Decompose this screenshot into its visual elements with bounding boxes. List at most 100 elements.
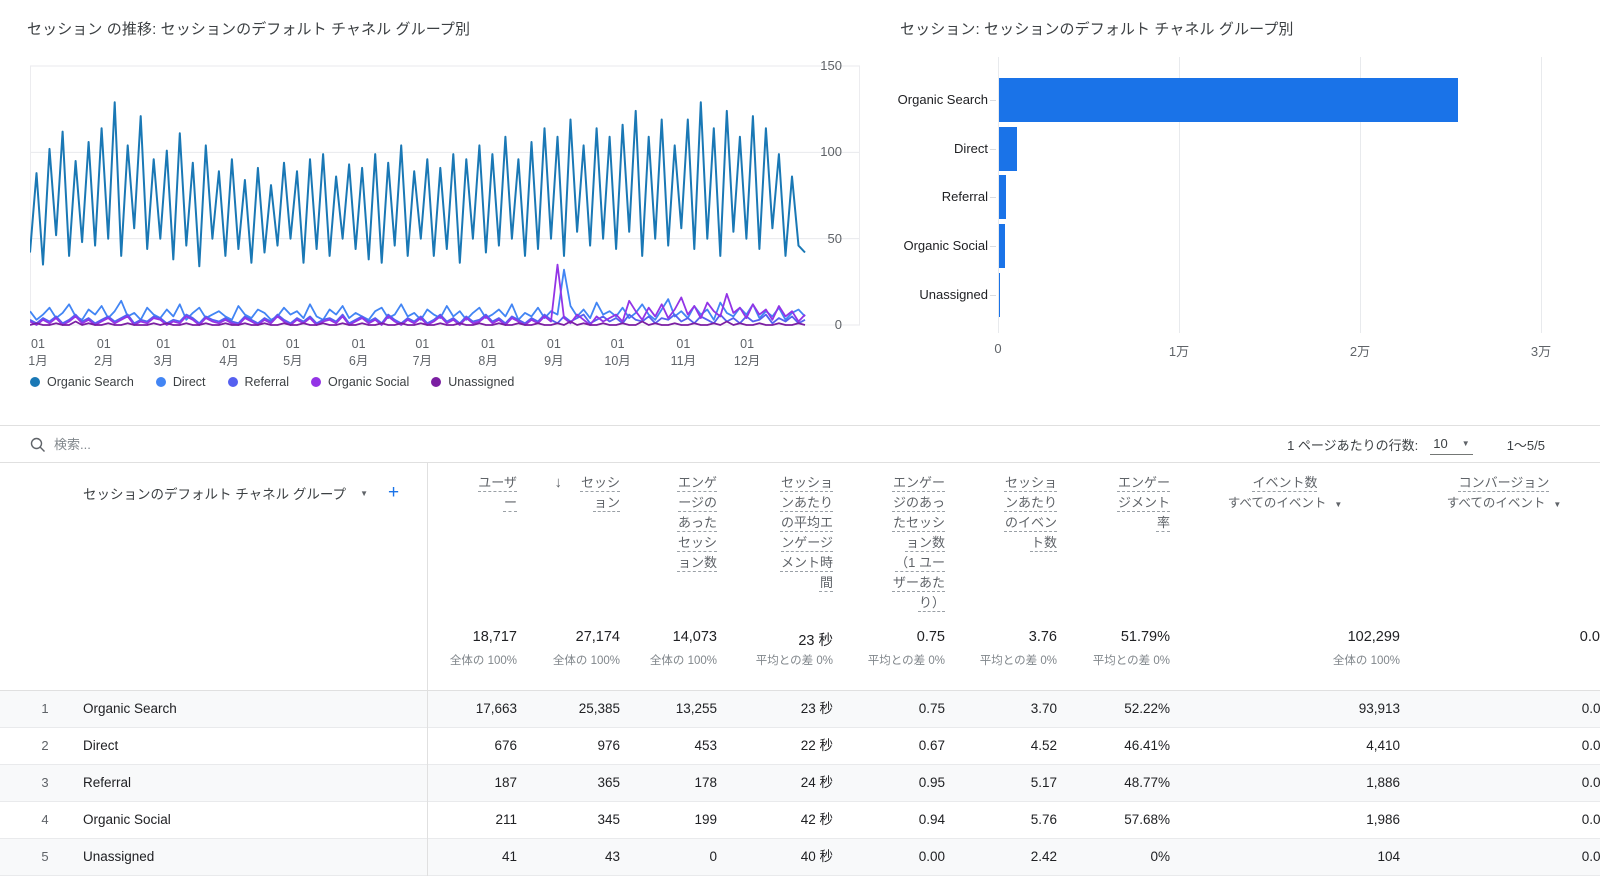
- column-header-avg-engagement-time[interactable]: セッションあたりの平均エンゲージメント時間: [717, 473, 833, 593]
- column-header-engaged-sessions-per-user[interactable]: エンゲージのあったセッション数（1 ユーザーあたり）: [833, 473, 945, 613]
- channel-name: Referral: [83, 765, 131, 801]
- legend-item-referral[interactable]: Referral: [228, 375, 289, 389]
- bar-chart[interactable]: 01万2万3万Organic SearchDirectReferralOrgan…: [870, 57, 1580, 357]
- y-axis-tick-label: 100: [808, 144, 842, 159]
- table-row-unassigned[interactable]: 5Unassigned4143040 秒0.002.420%1040.00: [0, 839, 1600, 876]
- column-header-label: セッションあたりのイベント数: [999, 473, 1057, 553]
- cell-avg-engagement-time: 40 秒: [717, 839, 833, 875]
- column-divider: [427, 462, 428, 876]
- cell-event-count: 93,913: [1170, 691, 1400, 727]
- cell-conversions: 0.00: [1400, 728, 1600, 764]
- sort-descending-icon[interactable]: ↓: [555, 473, 563, 493]
- legend-label: Organic Social: [328, 375, 409, 389]
- legend-dot-icon: [311, 377, 321, 387]
- totals-subtext: 平均との差 0%: [945, 652, 1057, 668]
- table-row-referral[interactable]: 3Referral18736517824 秒0.955.1748.77%1,88…: [0, 765, 1600, 802]
- column-header-sessions[interactable]: ↓セッション: [517, 473, 620, 513]
- row-number: 5: [36, 839, 54, 875]
- row-number: 3: [36, 765, 54, 801]
- column-header-label: エンゲージのあったセッション数: [673, 473, 717, 573]
- column-header-label: コンバージョン: [1459, 473, 1550, 493]
- column-header-users[interactable]: ユーザー: [427, 473, 517, 513]
- legend-label: Direct: [173, 375, 206, 389]
- legend-item-organic-search[interactable]: Organic Search: [30, 375, 134, 389]
- column-header-label: セッションあたりの平均エンゲージメント時間: [775, 473, 833, 593]
- chevron-down-icon[interactable]: ▼: [1334, 500, 1342, 509]
- column-header-sublabel: すべてのイベント: [1228, 496, 1327, 510]
- cell-conversions: 0.00: [1400, 765, 1600, 801]
- column-header-label: イベント数: [1252, 473, 1317, 493]
- cell-engagement-rate: 52.22%: [1057, 691, 1170, 727]
- dimension-column-header[interactable]: セッションのデフォルト チャネル グループ ▼ +: [83, 483, 399, 503]
- column-header-label: エンゲージのあったセッション数（1 ユーザーあたり）: [887, 473, 945, 613]
- bar-chart-title: セッション: セッションのデフォルト チャネル グループ別: [900, 18, 1294, 39]
- bar-direct[interactable]: [999, 127, 1017, 171]
- cell-event-count: 104: [1170, 839, 1400, 875]
- bar-category-label: Unassigned: [870, 286, 988, 304]
- column-header-event-count[interactable]: イベント数すべてのイベント ▼: [1170, 473, 1400, 515]
- cell-users: 17,663: [427, 691, 517, 727]
- legend-item-organic-social[interactable]: Organic Social: [311, 375, 409, 389]
- column-header-events-per-session[interactable]: セッションあたりのイベント数: [945, 473, 1057, 553]
- bar-organic-search[interactable]: [999, 78, 1458, 122]
- column-header-conversions[interactable]: コンバージョンすべてのイベント ▼: [1400, 473, 1600, 515]
- cell-sessions: 43: [517, 839, 620, 875]
- cell-engagement-rate: 48.77%: [1057, 765, 1170, 801]
- chevron-down-icon[interactable]: ▼: [1553, 500, 1561, 509]
- cell-avg-engagement-time: 22 秒: [717, 728, 833, 764]
- x-axis-tick-label: 01 10月: [604, 336, 630, 370]
- category-tick: [990, 149, 996, 150]
- column-header-label: エンゲージメント率: [1112, 473, 1170, 533]
- cell-engaged-sessions-per-user: 0.00: [833, 839, 945, 875]
- y-axis-tick-label: 0: [808, 317, 842, 332]
- category-tick: [990, 295, 996, 296]
- x-axis-tick-label: 01 9月: [544, 336, 563, 370]
- table-row-organic-social[interactable]: 4Organic Social21134519942 秒0.945.7657.6…: [0, 802, 1600, 839]
- table-header: セッションのデフォルト チャネル グループ ▼ + ユーザー↓セッション エンゲー…: [0, 462, 1600, 691]
- x-axis-tick-label: 01 7月: [413, 336, 432, 370]
- cell-events-per-session: 5.17: [945, 765, 1057, 801]
- column-header-engagement-rate[interactable]: エンゲージメント率: [1057, 473, 1170, 533]
- totals-subtext: 平均との差 0%: [1057, 652, 1170, 668]
- chevron-down-icon[interactable]: ▼: [360, 489, 368, 498]
- bar-organic-social[interactable]: [999, 224, 1005, 268]
- add-dimension-icon[interactable]: +: [388, 485, 399, 501]
- legend-label: Unassigned: [448, 375, 514, 389]
- table-row-direct[interactable]: 2Direct67697645322 秒0.674.5246.41%4,4100…: [0, 728, 1600, 765]
- category-tick: [990, 246, 996, 247]
- search-icon: [30, 437, 46, 453]
- pagination-controls: 1 ページあたりの行数: 10 ▼ 1〜5/5: [1287, 426, 1545, 463]
- row-number: 2: [36, 728, 54, 764]
- totals-value-users: 18,717: [427, 629, 517, 645]
- legend-item-direct[interactable]: Direct: [156, 375, 206, 389]
- bar-referral[interactable]: [999, 175, 1006, 219]
- line-chart[interactable]: 150100500: [30, 57, 860, 333]
- legend-item-unassigned[interactable]: Unassigned: [431, 375, 514, 389]
- bar-category-label: Organic Social: [870, 237, 988, 255]
- cell-sessions: 976: [517, 728, 620, 764]
- column-header-engaged-sessions[interactable]: エンゲージのあったセッション数: [620, 473, 717, 573]
- totals-subtext: 平均との差 0%: [833, 652, 945, 668]
- search-input[interactable]: [54, 431, 474, 457]
- cell-event-count: 4,410: [1170, 728, 1400, 764]
- y-axis-tick-label: 50: [808, 231, 842, 246]
- line-chart-legend: Organic Search Direct Referral Organic Soci…: [30, 375, 514, 389]
- x-axis-tick-label: 01 11月: [671, 336, 696, 370]
- bar-unassigned[interactable]: [999, 273, 1000, 317]
- totals-value-conversions: 0.00: [1400, 629, 1600, 645]
- x-axis-tick-label: 1万: [1169, 341, 1189, 360]
- row-number: 1: [36, 691, 54, 727]
- table-row-organic-search[interactable]: 1Organic Search17,66325,38513,25523 秒0.7…: [0, 691, 1600, 728]
- totals-value-sessions: 27,174: [517, 629, 620, 645]
- table-toolbar: 1 ページあたりの行数: 10 ▼ 1〜5/5: [0, 425, 1600, 462]
- cell-avg-engagement-time: 24 秒: [717, 765, 833, 801]
- line-series-organic-search[interactable]: [30, 102, 805, 266]
- cell-sessions: 25,385: [517, 691, 620, 727]
- cell-avg-engagement-time: 23 秒: [717, 691, 833, 727]
- line-chart-canvas[interactable]: [30, 57, 860, 333]
- channel-name: Organic Social: [83, 802, 171, 838]
- cell-engaged-sessions: 13,255: [620, 691, 717, 727]
- column-header-sublabel: すべてのイベント: [1447, 496, 1546, 510]
- bar-category-label: Organic Search: [870, 91, 988, 109]
- rows-per-page-select[interactable]: 10 ▼: [1430, 435, 1472, 455]
